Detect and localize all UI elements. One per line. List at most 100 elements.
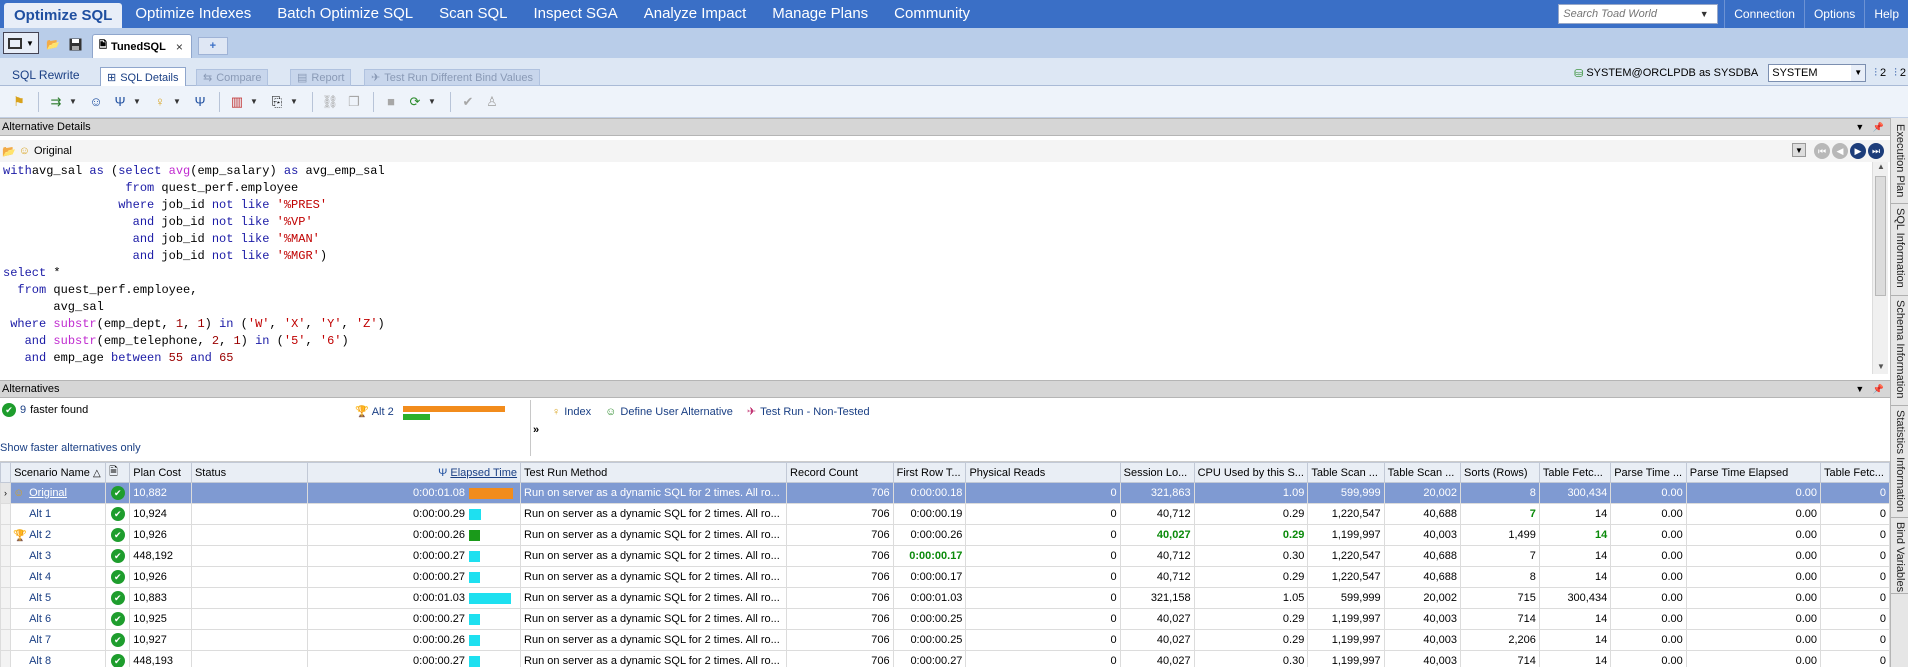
- next-icon[interactable]: ▶: [1850, 143, 1866, 159]
- scroll-thumb[interactable]: [1875, 176, 1886, 296]
- table-row[interactable]: 🏆 Alt 2 ✔ 10,926 0:00:00.26 Run on server as …: [0, 524, 1890, 546]
- user-alternative-icon[interactable]: ☺: [85, 91, 107, 113]
- filter-icon[interactable]: Ψ: [109, 91, 131, 113]
- more-icon[interactable]: »: [533, 424, 539, 436]
- col-table-scan-blocks[interactable]: Table Scan ...: [1383, 462, 1462, 483]
- side-tab-statistics-information[interactable]: Statistics Information: [1891, 406, 1908, 518]
- row-selector[interactable]: [0, 650, 12, 667]
- table-row[interactable]: Alt 5 ✔ 10,883 0:00:01.03 Run on server as a…: [0, 587, 1890, 609]
- menu-community[interactable]: Community: [881, 0, 983, 28]
- hint-icon[interactable]: Ψ: [189, 91, 211, 113]
- col-physical-reads[interactable]: Physical Reads: [965, 462, 1121, 483]
- sql-editor[interactable]: withavg_sal as (select avg(emp_salary) a…: [0, 162, 1872, 374]
- table-row[interactable]: Alt 7 ✔ 10,927 0:00:00.26 Run on server as a…: [0, 629, 1890, 651]
- cell-scenario-name[interactable]: Alt 4: [10, 566, 107, 588]
- menu-batch-optimize-sql[interactable]: Batch Optimize SQL: [264, 0, 426, 28]
- optimize-icon[interactable]: ⚑: [8, 91, 30, 113]
- col-first-row-time[interactable]: First Row T...: [892, 462, 967, 483]
- chevron-down-icon[interactable]: ▼: [1695, 9, 1713, 19]
- refresh-icon[interactable]: ⟳: [404, 91, 426, 113]
- col-elapsed-time[interactable]: Ψ Elapsed Time: [307, 462, 522, 483]
- table-row[interactable]: Alt 8 ✔ 448,193 0:00:00.27 Run on server as …: [0, 650, 1890, 667]
- cell-scenario-name[interactable]: Alt 8: [10, 650, 107, 667]
- chevron-down-icon[interactable]: ▼: [173, 97, 183, 106]
- link-icon[interactable]: ⛓: [319, 91, 341, 113]
- chevron-down-icon[interactable]: ▼: [1855, 122, 1864, 132]
- cell-scenario-name[interactable]: 🏆 Alt 2: [10, 524, 107, 546]
- open-folder-icon[interactable]: 📂: [45, 36, 61, 52]
- close-icon[interactable]: ×: [176, 40, 183, 54]
- tab-sql-details[interactable]: ⊞ SQL Details: [100, 67, 186, 87]
- last-icon[interactable]: ⏭: [1868, 143, 1884, 159]
- cell-scenario-name[interactable]: Alt 1: [10, 503, 107, 525]
- chevron-down-icon[interactable]: ▼: [428, 97, 438, 106]
- col-parse-time-cpu[interactable]: Parse Time ...: [1610, 462, 1687, 483]
- menu-optimize-sql[interactable]: Optimize SQL: [4, 3, 123, 28]
- col-record-count[interactable]: Record Count: [786, 462, 894, 483]
- row-selector[interactable]: [0, 629, 12, 651]
- row-selector[interactable]: [0, 524, 12, 546]
- search-input[interactable]: [1559, 8, 1696, 20]
- side-tab-sql-information[interactable]: SQL Information: [1891, 204, 1908, 296]
- help-link[interactable]: Help: [1864, 0, 1908, 28]
- options-link[interactable]: Options: [1803, 0, 1864, 28]
- menu-analyze-impact[interactable]: Analyze Impact: [631, 0, 760, 28]
- table-row[interactable]: › ☺ Original ✔ 10,882 0:00:01.08 Run on server…: [0, 482, 1890, 504]
- search-toad-world[interactable]: ▼: [1558, 4, 1719, 24]
- cell-scenario-name[interactable]: ☺ Original: [10, 482, 107, 504]
- table-row[interactable]: Alt 3 ✔ 448,192 0:00:00.27 Run on server as …: [0, 545, 1890, 567]
- alternatives-grid[interactable]: Scenario Name △ 🗎 Plan Cost Status Ψ Ela…: [0, 462, 1890, 667]
- best-alternative[interactable]: 🏆 Alt 2: [355, 405, 394, 419]
- show-faster-link[interactable]: Show faster alternatives only: [0, 442, 141, 454]
- cell-scenario-name[interactable]: Alt 3: [10, 545, 107, 567]
- table-row[interactable]: Alt 6 ✔ 10,925 0:00:00.27 Run on server as a…: [0, 608, 1890, 630]
- first-icon[interactable]: ⏮: [1814, 143, 1830, 159]
- cell-scenario-name[interactable]: Alt 6: [10, 608, 107, 630]
- menu-inspect-sga[interactable]: Inspect SGA: [521, 0, 631, 28]
- test-run-action[interactable]: ✈ Test Run - Non-Tested: [747, 405, 870, 419]
- chevron-down-icon[interactable]: ▼: [69, 97, 79, 106]
- col-notes[interactable]: 🗎: [105, 462, 131, 483]
- col-test-run-method[interactable]: Test Run Method: [520, 462, 788, 483]
- menu-manage-plans[interactable]: Manage Plans: [759, 0, 881, 28]
- new-tab-button[interactable]: +: [197, 37, 228, 55]
- col-plan-cost[interactable]: Plan Cost: [129, 462, 192, 483]
- side-tab-bind-variables[interactable]: Bind Variables: [1891, 518, 1908, 594]
- row-selector[interactable]: [0, 545, 12, 567]
- side-tab-execution-plan[interactable]: Execution Plan: [1891, 120, 1908, 204]
- col-session-logical-reads[interactable]: Session Lo...: [1119, 462, 1195, 483]
- schema-select[interactable]: SYSTEM ▼: [1768, 64, 1867, 82]
- menu-optimize-indexes[interactable]: Optimize Indexes: [122, 0, 264, 28]
- cell-scenario-name[interactable]: Alt 7: [10, 629, 107, 651]
- previous-icon[interactable]: ◀: [1832, 143, 1848, 159]
- copy-icon[interactable]: ❐: [343, 91, 365, 113]
- index-icon[interactable]: ♀: [149, 91, 171, 113]
- col-table-fetch-continued[interactable]: Table Fetc...: [1820, 462, 1890, 483]
- chart-icon[interactable]: ▥: [226, 91, 248, 113]
- scroll-up-icon[interactable]: ▲: [1873, 162, 1889, 174]
- define-user-alternative-action[interactable]: ☺ Define User Alternative: [605, 406, 733, 418]
- editor-scrollbar[interactable]: ▲ ▼: [1872, 162, 1888, 374]
- cell-scenario-name[interactable]: Alt 5: [10, 587, 107, 609]
- col-cpu-used[interactable]: CPU Used by this S...: [1193, 462, 1309, 483]
- chevron-down-icon[interactable]: ▼: [1855, 384, 1864, 394]
- connection-label[interactable]: SYSTEM@ORCLPDB as SYSDBA: [1586, 67, 1758, 79]
- chevron-down-icon[interactable]: ▼: [1792, 143, 1806, 157]
- row-selector[interactable]: [0, 608, 12, 630]
- row-selector[interactable]: [0, 587, 12, 609]
- save-icon[interactable]: [67, 36, 83, 52]
- checkmark-icon[interactable]: ✔: [457, 91, 479, 113]
- export-icon[interactable]: ⎘: [266, 91, 288, 113]
- pin-icon[interactable]: 📌: [1873, 122, 1884, 132]
- row-selector[interactable]: ›: [0, 482, 12, 504]
- table-row[interactable]: Alt 4 ✔ 10,926 0:00:00.27 Run on server as a…: [0, 566, 1890, 588]
- open-folder-icon[interactable]: 📂: [2, 145, 16, 158]
- layout-button[interactable]: ▼: [3, 32, 39, 54]
- tab-report[interactable]: ▤ Report: [290, 69, 352, 86]
- faster-count[interactable]: 9: [20, 404, 26, 416]
- scroll-down-icon[interactable]: ▼: [1873, 362, 1889, 374]
- rewrite-icon[interactable]: ⇉: [45, 91, 67, 113]
- col-table-fetch-rowid[interactable]: Table Fetc...: [1538, 462, 1612, 483]
- chevron-down-icon[interactable]: ▼: [133, 97, 143, 106]
- col-status[interactable]: Status: [190, 462, 309, 483]
